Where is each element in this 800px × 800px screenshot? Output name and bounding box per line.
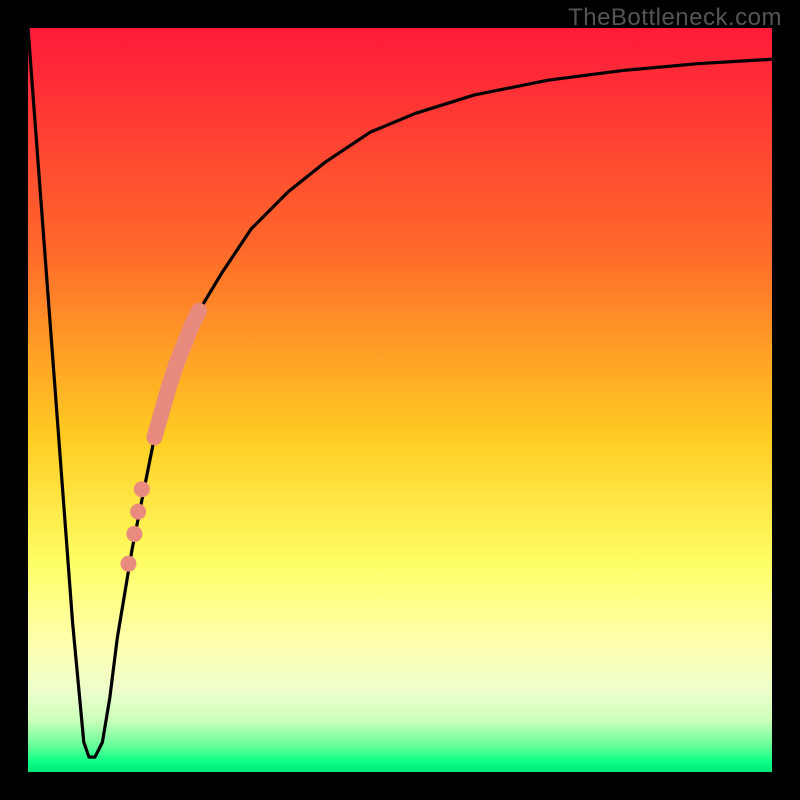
highlight-dot (130, 504, 146, 520)
plot-frame (28, 28, 772, 772)
highlight-dot (126, 526, 142, 542)
highlight-segment (154, 311, 199, 437)
watermark-text: TheBottleneck.com (568, 4, 782, 32)
bottleneck-curve (28, 28, 772, 757)
plot-area (28, 28, 772, 772)
highlight-dot (120, 556, 136, 572)
curve-layer (28, 28, 772, 772)
highlight-dot (134, 481, 150, 497)
highlight-dots (120, 481, 149, 571)
